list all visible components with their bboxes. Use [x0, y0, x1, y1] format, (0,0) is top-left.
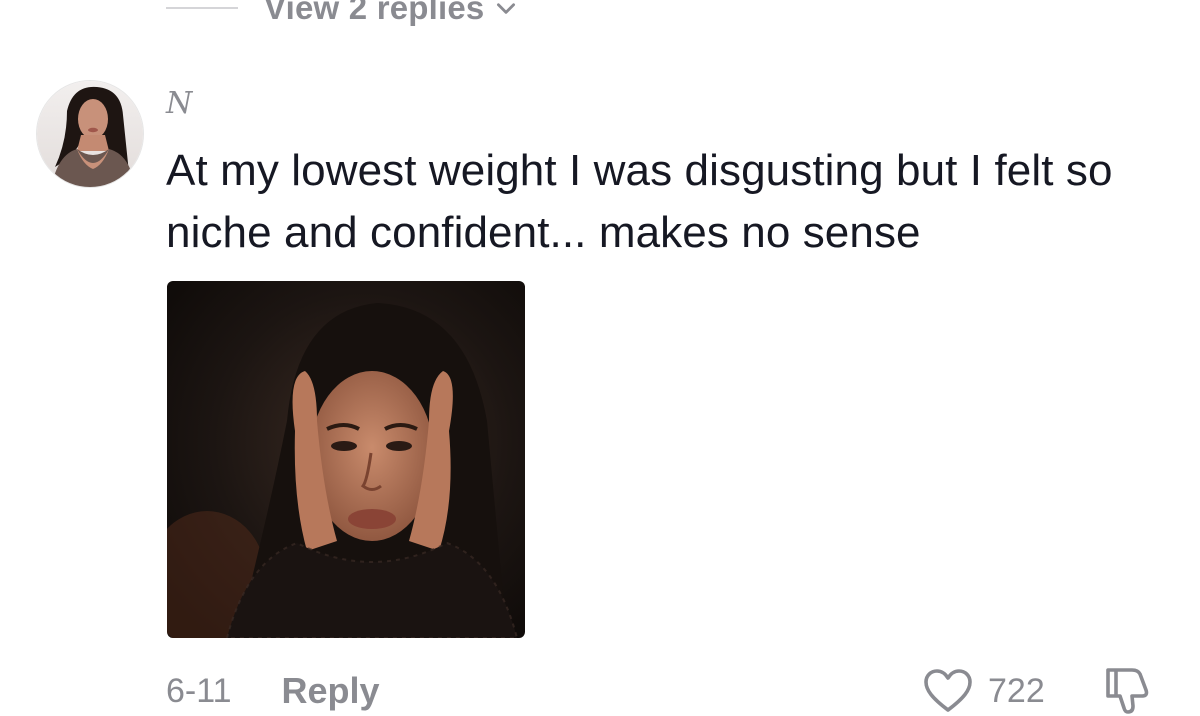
- thread-divider: [166, 7, 238, 9]
- reply-button[interactable]: Reply: [282, 670, 380, 712]
- chevron-down-icon: [496, 3, 515, 14]
- heart-icon: [924, 669, 972, 712]
- avatar-image: [37, 81, 143, 187]
- view-replies-label: View 2 replies: [264, 0, 485, 26]
- comment-meta-row: 6-11 Reply: [166, 668, 380, 714]
- thumbs-down-icon[interactable]: [1102, 664, 1154, 716]
- avatar[interactable]: [36, 80, 144, 188]
- comment-text: At my lowest weight I was disgusting but…: [166, 146, 1113, 257]
- attached-photo[interactable]: [167, 281, 525, 638]
- comment-username[interactable]: N: [166, 86, 192, 121]
- reaction-photo: [167, 281, 525, 638]
- like-button[interactable]: 722: [922, 666, 1045, 716]
- view-replies-button[interactable]: View 2 replies: [166, 0, 519, 28]
- comment-date: 6-11: [166, 671, 232, 710]
- like-count: 722: [988, 671, 1045, 710]
